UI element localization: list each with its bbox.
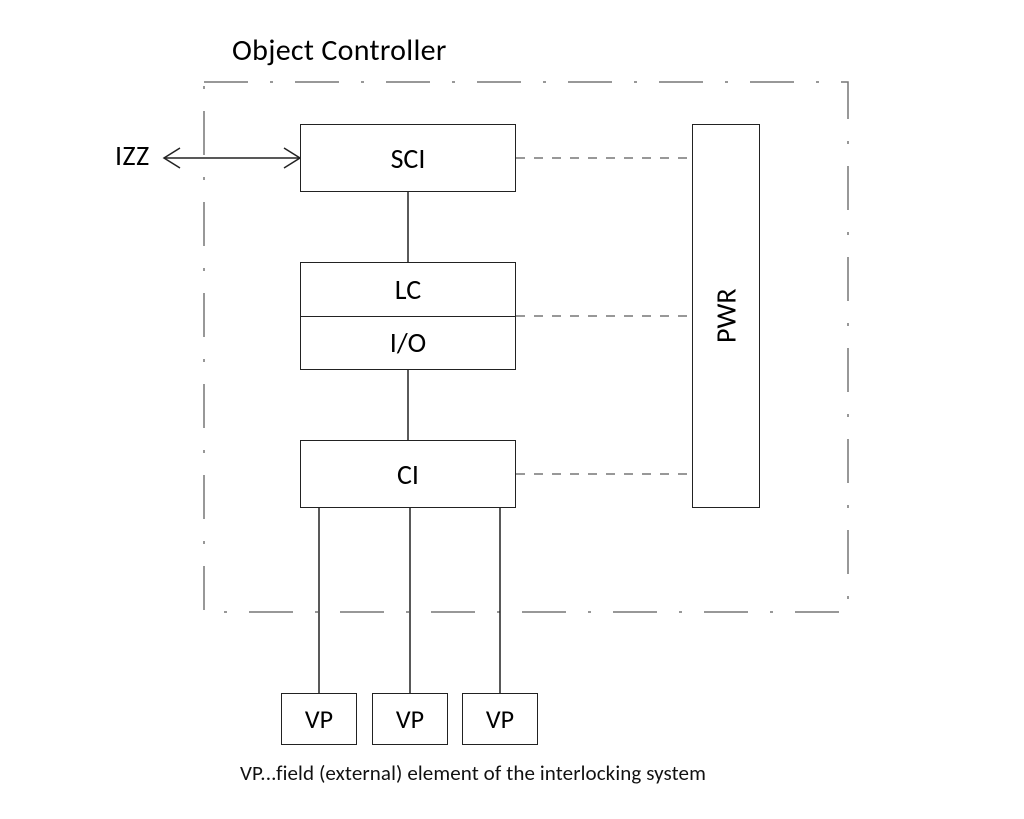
block-lc-label: LC [301,263,515,316]
block-sci: SCI [300,124,516,192]
footnote: VP...field (external) element of the int… [240,760,706,786]
block-sci-label: SCI [391,141,426,176]
block-vp-1-label: VP [305,703,333,735]
diagram-root: Object Controller IZZ SCI LC I/O C [0,0,1024,819]
external-system-label: IZZ [115,138,150,173]
block-io-label: I/O [301,317,515,370]
block-ci-label: CI [397,457,419,492]
block-pwr: PWR [692,124,760,508]
block-ci: CI [300,440,516,508]
block-vp-3-label: VP [486,703,514,735]
block-vp-2-label: VP [396,703,424,735]
block-vp-1: VP [281,693,357,745]
block-vp-3: VP [462,693,538,745]
block-vp-2: VP [372,693,448,745]
block-pwr-label: PWR [709,289,744,344]
diagram-title: Object Controller [232,32,447,69]
block-lc-io: LC I/O [300,262,516,370]
